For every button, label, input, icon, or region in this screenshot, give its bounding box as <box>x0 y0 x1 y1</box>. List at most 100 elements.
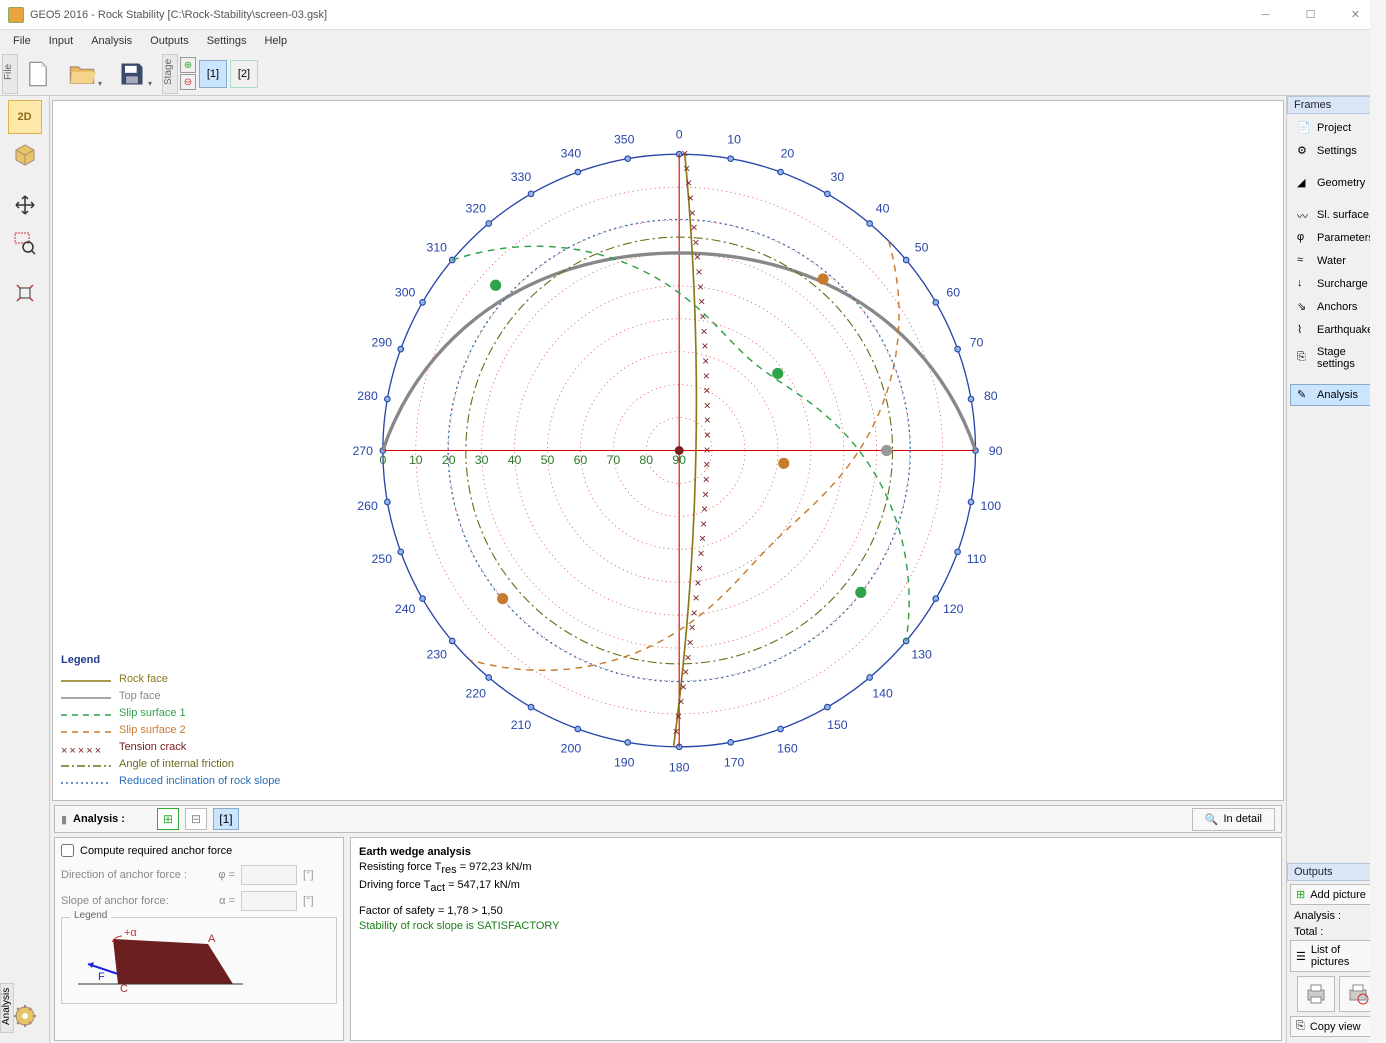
menu-input[interactable]: Input <box>41 33 81 49</box>
legend-item: Reduced inclination of rock slope <box>61 773 280 790</box>
file-vtab[interactable]: File <box>2 54 18 94</box>
svg-text:70: 70 <box>970 336 984 350</box>
results-heading: Earth wedge analysis <box>359 846 1273 858</box>
svg-text:×: × <box>702 487 709 501</box>
menu-help[interactable]: Help <box>256 33 295 49</box>
svg-text:60: 60 <box>574 453 588 467</box>
save-button[interactable]: ▾ <box>108 56 156 92</box>
stage-add-button[interactable]: ⊕ <box>180 57 196 73</box>
svg-text:×: × <box>698 295 705 309</box>
svg-text:240: 240 <box>395 602 416 616</box>
zoom-window-button[interactable] <box>8 226 42 260</box>
svg-text:×: × <box>682 665 689 679</box>
results-fos: Factor of safety = 1,78 > 1,50 <box>359 904 1273 919</box>
svg-text:30: 30 <box>831 170 845 184</box>
compute-anchor-checkbox[interactable] <box>61 844 74 857</box>
legend-item: Slip surface 1 <box>61 705 280 722</box>
svg-text:150: 150 <box>827 718 848 732</box>
plot-canvas[interactable]: 0102030405060708090100110120130140150160… <box>52 100 1284 801</box>
list-icon: ☰ <box>1296 950 1306 963</box>
svg-text:310: 310 <box>427 241 448 255</box>
svg-text:×: × <box>697 280 704 294</box>
view-2d-button[interactable]: 2D <box>8 100 42 134</box>
view-3d-button[interactable] <box>8 138 42 172</box>
svg-text:×: × <box>690 221 697 235</box>
analysis-add-button[interactable]: ⊞ <box>157 808 179 830</box>
frames-title: Frames <box>1294 99 1331 111</box>
stage-remove-button[interactable]: ⊖ <box>180 74 196 90</box>
print-button[interactable] <box>1297 976 1335 1012</box>
anchor-direction-input <box>241 865 297 885</box>
in-detail-button[interactable]: 🔍In detail <box>1192 808 1275 831</box>
svg-text:×: × <box>691 606 698 620</box>
svg-text:×: × <box>687 635 694 649</box>
svg-text:170: 170 <box>724 756 745 770</box>
svg-text:110: 110 <box>967 552 987 566</box>
stage-tab-2[interactable]: [2] <box>230 60 258 88</box>
results-pane: Earth wedge analysis Resisting force Tre… <box>350 837 1282 1041</box>
stage-tab-1[interactable]: [1] <box>199 60 227 88</box>
minimize-button[interactable]: ─ <box>1243 1 1288 29</box>
svg-text:×: × <box>704 398 711 412</box>
svg-text:50: 50 <box>915 241 929 255</box>
svg-text:290: 290 <box>372 336 393 350</box>
svg-text:80: 80 <box>984 389 998 403</box>
window-title: GEO5 2016 - Rock Stability [C:\Rock-Stab… <box>30 9 1243 21</box>
anchor-slope-input <box>241 891 297 911</box>
analysis-stage-tab[interactable]: [1] <box>213 808 239 830</box>
svg-text:×: × <box>703 472 710 486</box>
svg-text:40: 40 <box>876 202 890 216</box>
outputs-title: Outputs <box>1294 866 1333 878</box>
open-button[interactable]: ▾ <box>58 56 106 92</box>
stage-icon: ⎘ <box>1297 351 1311 365</box>
svg-text:×: × <box>681 147 688 161</box>
svg-text:×: × <box>704 443 711 457</box>
svg-text:40: 40 <box>508 453 522 467</box>
legend-item: Top face <box>61 688 280 705</box>
svg-text:×: × <box>703 384 710 398</box>
svg-text:280: 280 <box>357 389 378 403</box>
new-button[interactable] <box>20 56 56 92</box>
analysis-remove-button[interactable]: ⊟ <box>185 808 207 830</box>
svg-text:10: 10 <box>409 453 423 467</box>
svg-text:×: × <box>697 547 704 561</box>
svg-text:90: 90 <box>672 453 686 467</box>
svg-text:×: × <box>684 650 691 664</box>
svg-text:×: × <box>694 250 701 264</box>
svg-text:340: 340 <box>561 147 582 161</box>
menu-settings[interactable]: Settings <box>199 33 255 49</box>
svg-text:0: 0 <box>676 128 683 142</box>
legend-item: Angle of internal friction <box>61 756 280 773</box>
svg-text:×: × <box>704 428 711 442</box>
legend-title: Legend <box>61 652 280 669</box>
pan-button[interactable] <box>8 188 42 222</box>
menu-analysis[interactable]: Analysis <box>83 33 140 49</box>
svg-text:×: × <box>700 324 707 338</box>
svg-text:×: × <box>677 695 684 709</box>
detail-icon: 🔍 <box>1205 813 1219 826</box>
svg-text:70: 70 <box>606 453 620 467</box>
svg-text:300: 300 <box>395 286 416 300</box>
compute-anchor-label: Compute required anchor force <box>80 845 232 857</box>
analysis-vtab[interactable]: Analysis <box>0 983 14 1033</box>
copy-icon: ⎘ <box>1296 1020 1305 1033</box>
stage-vtab[interactable]: Stage <box>162 54 178 94</box>
plot-legend: Legend Rock faceTop faceSlip surface 1Sl… <box>61 652 280 790</box>
svg-text:×: × <box>700 517 707 531</box>
svg-text:+α: +α <box>124 927 137 939</box>
slip-icon: 〰 <box>1297 208 1311 222</box>
maximize-button[interactable]: ☐ <box>1288 1 1333 29</box>
svg-text:×: × <box>694 576 701 590</box>
menu-outputs[interactable]: Outputs <box>142 33 197 49</box>
view-toolbar: 2D <box>0 96 50 1043</box>
svg-text:×: × <box>699 310 706 324</box>
svg-text:120: 120 <box>943 602 964 616</box>
geom-icon: ◢ <box>1297 176 1311 190</box>
svg-text:C: C <box>120 983 128 994</box>
svg-text:×: × <box>689 206 696 220</box>
menu-file[interactable]: File <box>5 33 39 49</box>
svg-text:×: × <box>695 265 702 279</box>
analysis-label: Analysis : <box>73 813 125 825</box>
zoom-extents-button[interactable] <box>8 276 42 310</box>
analysis-panel: ▮ Analysis : ⊞ ⊟ [1] 🔍In detail Compute … <box>50 803 1286 1043</box>
